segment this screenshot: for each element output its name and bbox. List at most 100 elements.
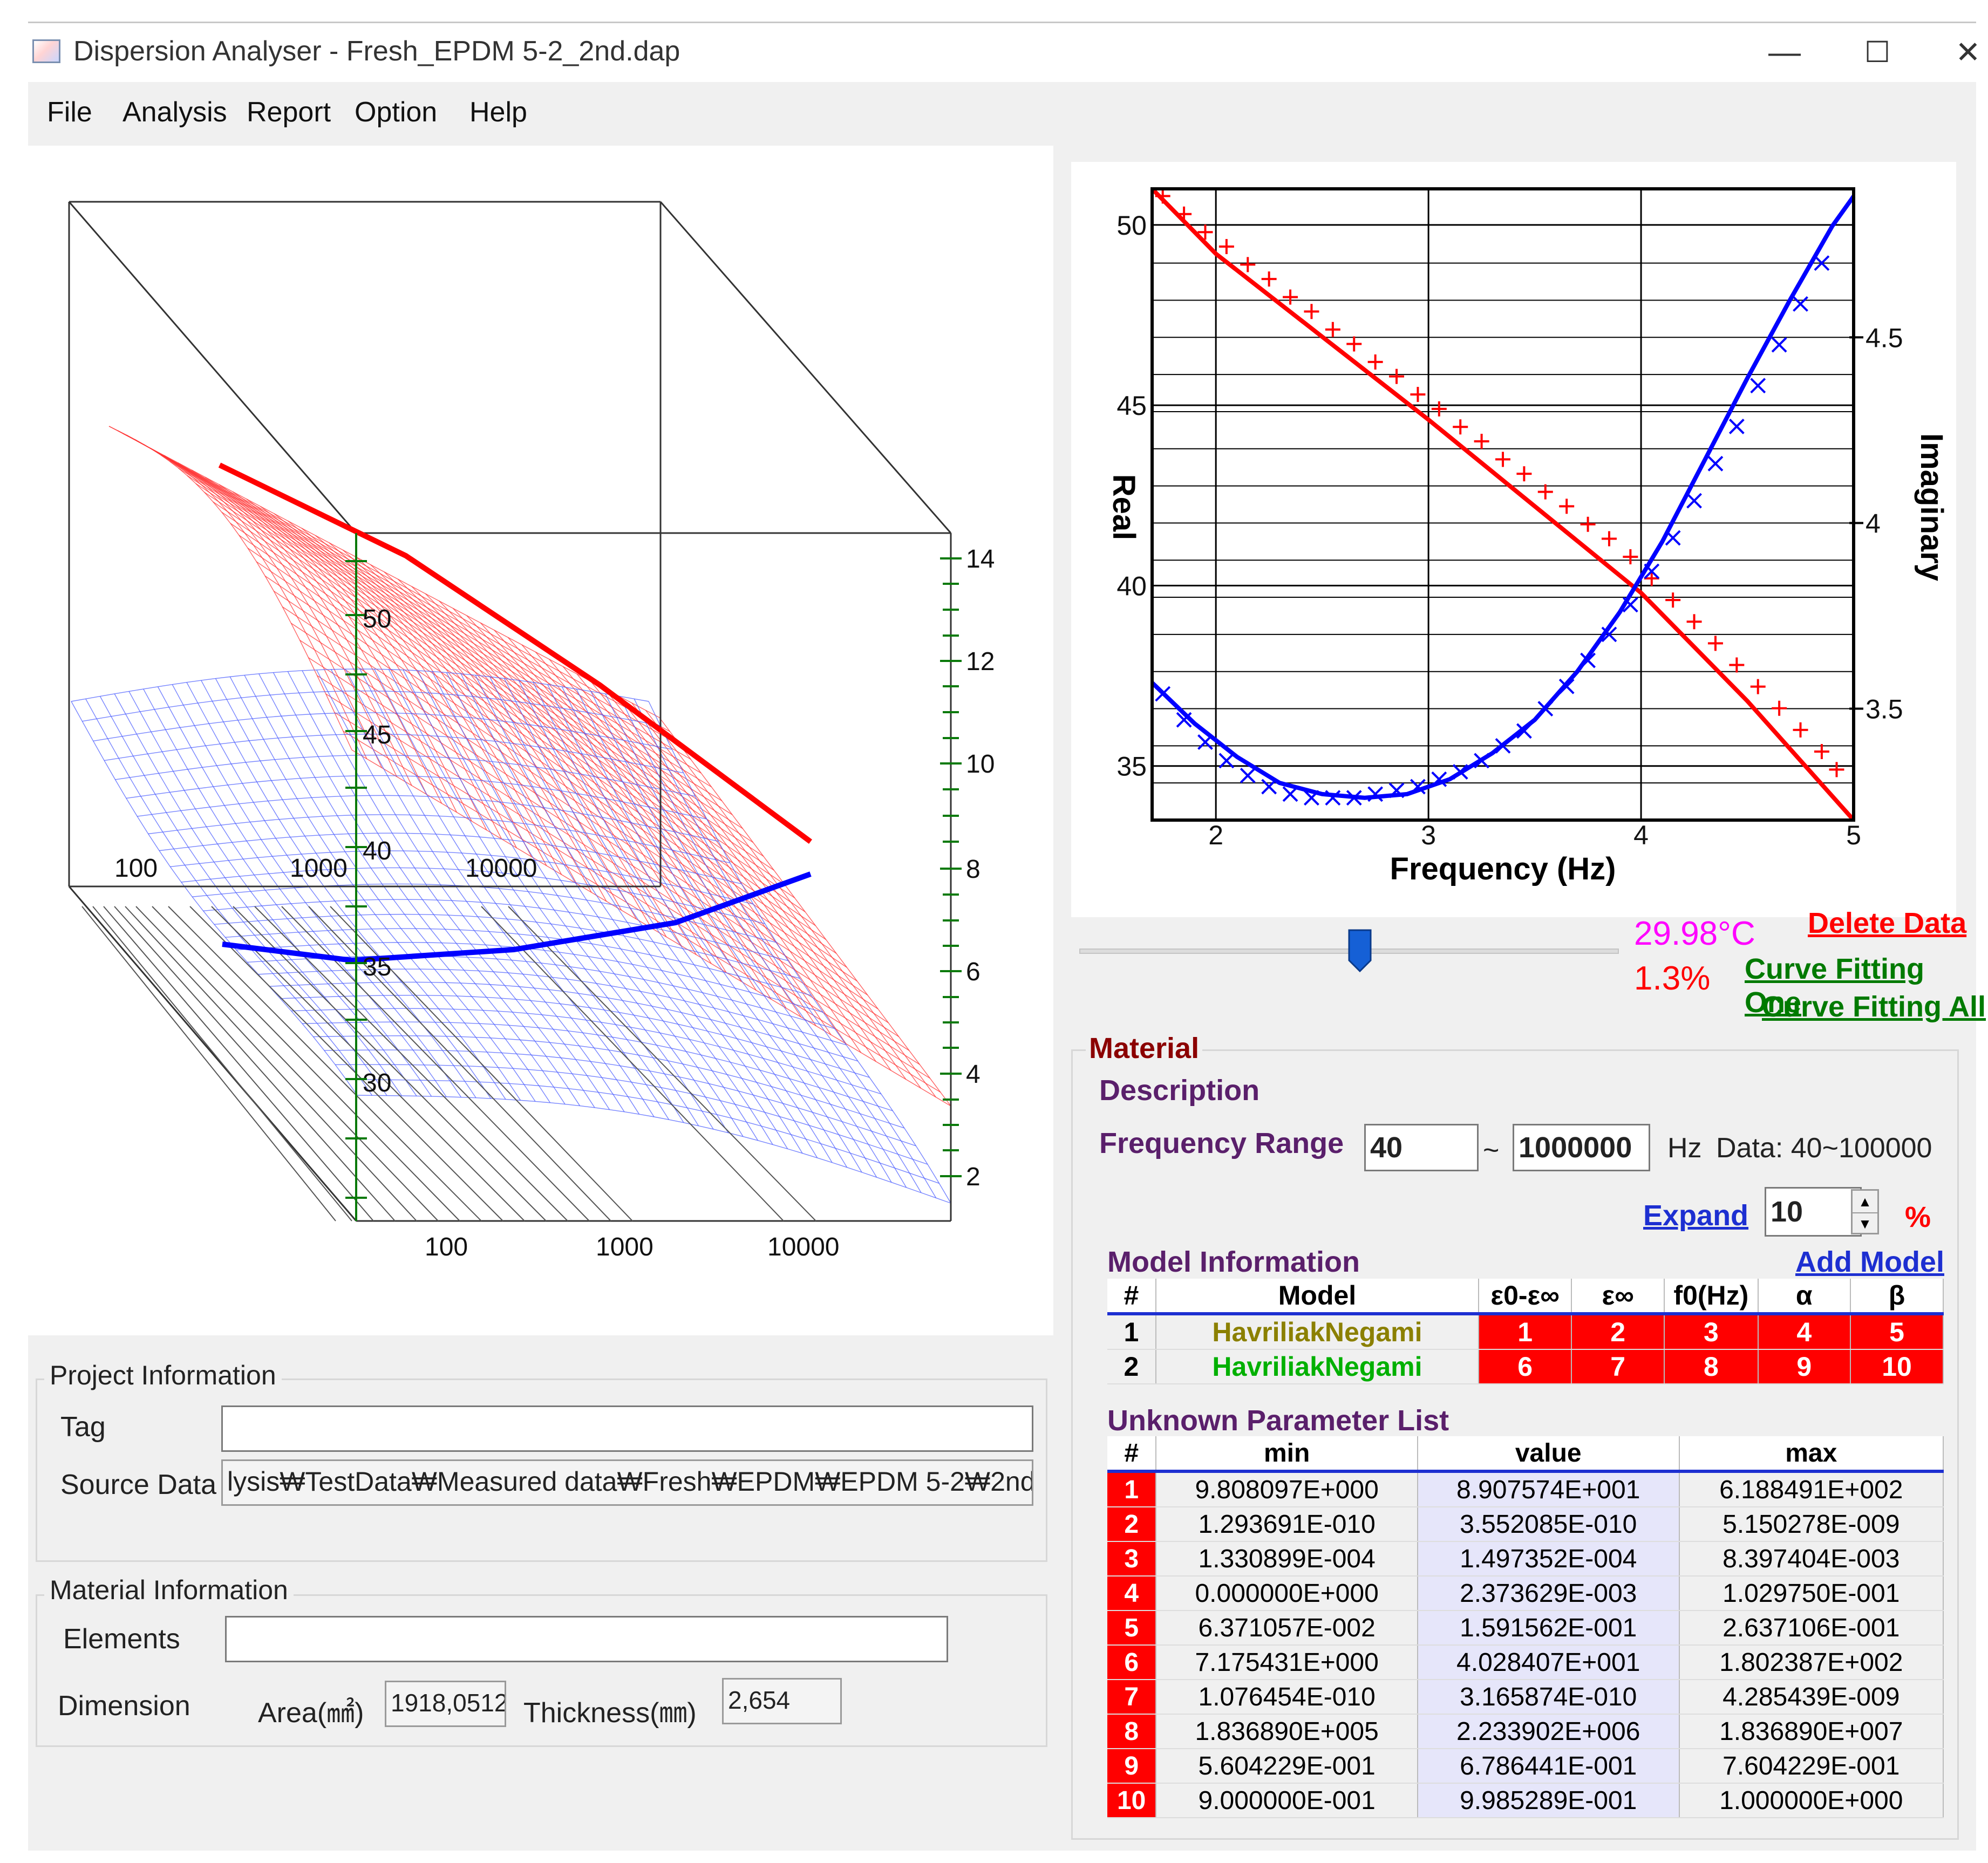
param-max[interactable]: 8.397404E-003 bbox=[1679, 1541, 1944, 1577]
model-name[interactable]: HavriliakNegami bbox=[1155, 1349, 1480, 1384]
model-name[interactable]: HavriliakNegami bbox=[1155, 1314, 1480, 1350]
param-min[interactable]: 1.836890E+005 bbox=[1156, 1714, 1418, 1749]
percent-sign: % bbox=[1905, 1201, 1931, 1233]
menu-report[interactable]: Report bbox=[247, 96, 331, 128]
param-min[interactable]: 6.371057E-002 bbox=[1156, 1610, 1418, 1646]
param-row[interactable]: 6 7.175431E+000 4.028407E+001 1.802387E+002 bbox=[1107, 1645, 1944, 1680]
mesh-line bbox=[489, 677, 788, 1149]
imaginary-data-point bbox=[1240, 767, 1256, 783]
param-min[interactable]: 9.808097E+000 bbox=[1156, 1471, 1418, 1507]
spin-down-icon[interactable]: ▼ bbox=[1853, 1213, 1877, 1234]
model-param-cell[interactable]: 1 bbox=[1479, 1314, 1572, 1350]
dispersion-3d-plot[interactable]: 50 45 40 35 30 14 12 10 8 6 4 2 100 1000… bbox=[28, 146, 1053, 1335]
param-row[interactable]: 7 1.076454E-010 3.165874E-010 4.285439E-009 bbox=[1107, 1680, 1944, 1715]
param-row[interactable]: 4 0.000000E+000 2.373629E-003 1.029750E-001 bbox=[1107, 1576, 1944, 1611]
freq-max-input[interactable]: 1000000 bbox=[1513, 1124, 1650, 1171]
model-param-cell[interactable]: 9 bbox=[1758, 1349, 1851, 1384]
param-max[interactable]: 2.637106E-001 bbox=[1679, 1610, 1944, 1646]
param-min[interactable]: 5.604229E-001 bbox=[1156, 1749, 1418, 1784]
param-value[interactable]: 8.907574E+001 bbox=[1417, 1471, 1680, 1507]
y-tick-label: 35 bbox=[1116, 752, 1147, 782]
param-col-header: value bbox=[1417, 1436, 1680, 1473]
param-value[interactable]: 1.497352E-004 bbox=[1417, 1541, 1680, 1577]
mesh-line bbox=[85, 698, 373, 1096]
param-value[interactable]: 4.028407E+001 bbox=[1417, 1645, 1680, 1680]
model-row[interactable]: 1 HavriliakNegami 1 2 3 4 5 bbox=[1107, 1314, 1944, 1350]
menu-option[interactable]: Option bbox=[355, 96, 437, 128]
model-param-cell[interactable]: 8 bbox=[1664, 1349, 1759, 1384]
menu-file[interactable]: File bbox=[47, 96, 92, 128]
param-max[interactable]: 1.802387E+002 bbox=[1679, 1645, 1944, 1680]
param-min[interactable]: 1.076454E-010 bbox=[1156, 1680, 1418, 1715]
model-param-cell[interactable]: 10 bbox=[1850, 1349, 1944, 1384]
model-param-cell[interactable]: 5 bbox=[1850, 1314, 1944, 1350]
mesh-line bbox=[274, 513, 532, 857]
param-max[interactable]: 5.150278E-009 bbox=[1679, 1507, 1944, 1542]
model-param-cell[interactable]: 6 bbox=[1479, 1349, 1572, 1384]
param-max[interactable]: 1.029750E-001 bbox=[1679, 1576, 1944, 1611]
mesh-line bbox=[308, 657, 899, 1038]
param-max[interactable]: 6.188491E+002 bbox=[1679, 1471, 1944, 1507]
add-model-link[interactable]: Add Model bbox=[1795, 1245, 1944, 1279]
param-row[interactable]: 9 5.604229E-001 6.786441E-001 7.604229E-001 bbox=[1107, 1749, 1944, 1784]
param-value[interactable]: 3.165874E-010 bbox=[1417, 1680, 1680, 1715]
slider-thumb[interactable] bbox=[1348, 929, 1372, 973]
param-max[interactable]: 1.836890E+007 bbox=[1679, 1714, 1944, 1749]
param-value[interactable]: 6.786441E-001 bbox=[1417, 1749, 1680, 1784]
param-row[interactable]: 3 1.330899E-004 1.497352E-004 8.397404E-003 bbox=[1107, 1541, 1944, 1577]
model-param-cell[interactable]: 3 bbox=[1664, 1314, 1759, 1350]
right-tick-label: 12 bbox=[966, 647, 995, 676]
param-row[interactable]: 1 9.808097E+000 8.907574E+001 6.188491E+002 bbox=[1107, 1471, 1944, 1507]
fit-chart[interactable]: 2 3 4 5 50 45 40 35 4.5 4 3.5 Frequency … bbox=[1071, 162, 1956, 917]
param-max[interactable]: 7.604229E-001 bbox=[1679, 1749, 1944, 1784]
model-param-cell[interactable]: 4 bbox=[1758, 1314, 1851, 1350]
param-row[interactable]: 8 1.836890E+005 2.233902E+006 1.836890E+007 bbox=[1107, 1714, 1944, 1749]
param-max[interactable]: 1.000000E+000 bbox=[1679, 1783, 1944, 1818]
param-value[interactable]: 3.552085E-010 bbox=[1417, 1507, 1680, 1542]
spin-up-icon[interactable]: ▲ bbox=[1853, 1191, 1877, 1213]
mesh-line bbox=[535, 652, 816, 1026]
param-value[interactable]: 2.233902E+006 bbox=[1417, 1714, 1680, 1749]
freq-min-input[interactable]: 40 bbox=[1364, 1124, 1479, 1171]
param-max[interactable]: 4.285439E-009 bbox=[1679, 1680, 1944, 1715]
menu-help[interactable]: Help bbox=[469, 96, 527, 128]
minimize-button[interactable]: — bbox=[1755, 31, 1814, 74]
model-param-cell[interactable]: 2 bbox=[1571, 1314, 1665, 1350]
real-data-point bbox=[1559, 499, 1575, 514]
model-col-header: β bbox=[1850, 1279, 1944, 1315]
param-value[interactable]: 1.591562E-001 bbox=[1417, 1610, 1680, 1646]
mesh-line bbox=[150, 447, 397, 777]
delete-data-link[interactable]: Delete Data bbox=[1808, 906, 1966, 940]
mesh-line bbox=[161, 455, 723, 801]
param-min[interactable]: 9.000000E-001 bbox=[1156, 1783, 1418, 1818]
area-field[interactable]: 1918,0512 bbox=[385, 1681, 506, 1727]
temperature-slider[interactable] bbox=[1079, 923, 1619, 977]
real-data-point bbox=[1389, 368, 1405, 384]
param-value[interactable]: 2.373629E-003 bbox=[1417, 1576, 1680, 1611]
param-min[interactable]: 1.293691E-010 bbox=[1156, 1507, 1418, 1542]
param-min[interactable]: 0.000000E+000 bbox=[1156, 1576, 1418, 1611]
close-button[interactable]: ✕ bbox=[1938, 31, 1988, 74]
curve-fitting-all-link[interactable]: Curve Fitting All bbox=[1762, 990, 1986, 1023]
param-min[interactable]: 1.330899E-004 bbox=[1156, 1541, 1418, 1577]
param-min[interactable]: 7.175431E+000 bbox=[1156, 1645, 1418, 1680]
menu-analysis[interactable]: Analysis bbox=[122, 96, 227, 128]
model-row[interactable]: 2 HavriliakNegami 6 7 8 9 10 bbox=[1107, 1349, 1944, 1384]
left-tick-label: 30 bbox=[363, 1069, 391, 1097]
param-row[interactable]: 2 1.293691E-010 3.552085E-010 5.150278E-009 bbox=[1107, 1507, 1944, 1542]
real-data-point bbox=[1218, 238, 1234, 254]
thickness-field[interactable]: 2,654 bbox=[722, 1678, 842, 1724]
expand-spinner-buttons[interactable]: ▲ ▼ bbox=[1851, 1189, 1879, 1234]
expand-link[interactable]: Expand bbox=[1643, 1199, 1748, 1232]
source-data-field[interactable]: lysis₩TestData₩Measured data₩Fresh₩EPDM₩… bbox=[221, 1459, 1033, 1506]
param-row[interactable]: 5 6.371057E-002 1.591562E-001 2.637106E-001 bbox=[1107, 1610, 1944, 1646]
maximize-button[interactable]: ☐ bbox=[1848, 31, 1907, 74]
elements-input[interactable] bbox=[225, 1616, 948, 1662]
freq-tilde: ~ bbox=[1483, 1135, 1500, 1166]
expand-spinbox[interactable]: 10 bbox=[1765, 1187, 1862, 1237]
tag-input[interactable] bbox=[221, 1405, 1033, 1452]
param-number: 1 bbox=[1107, 1471, 1157, 1507]
model-param-cell[interactable]: 7 bbox=[1571, 1349, 1665, 1384]
param-row[interactable]: 10 9.000000E-001 9.985289E-001 1.000000E+00… bbox=[1107, 1783, 1944, 1818]
param-value[interactable]: 9.985289E-001 bbox=[1417, 1783, 1680, 1818]
